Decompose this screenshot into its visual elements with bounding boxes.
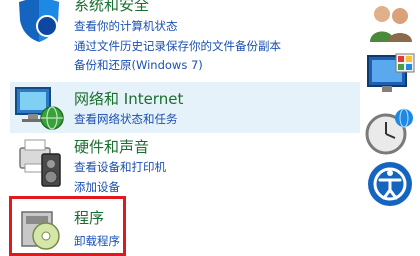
ease-of-access-icon[interactable] — [366, 160, 414, 208]
user-accounts-icon[interactable] — [368, 2, 414, 44]
link-file-history-backup[interactable]: 通过文件历史记录保存你的文件备份副本 — [74, 38, 281, 54]
link-uninstall-program[interactable]: 卸载程序 — [74, 233, 120, 249]
shield-icon[interactable] — [14, 0, 64, 44]
category-title-programs[interactable]: 程序 — [74, 207, 104, 228]
printer-speaker-icon[interactable] — [16, 138, 66, 190]
network-globe-icon[interactable] — [12, 84, 64, 132]
category-title-hardware-sound[interactable]: 硬件和声音 — [74, 136, 149, 157]
link-backup-restore[interactable]: 备份和还原(Windows 7) — [74, 57, 203, 73]
program-disc-icon[interactable] — [20, 206, 66, 252]
link-view-computer-status[interactable]: 查看你的计算机状态 — [74, 18, 178, 34]
link-view-devices-printers[interactable]: 查看设备和打印机 — [74, 159, 166, 175]
link-add-device[interactable]: 添加设备 — [74, 179, 120, 195]
category-title-network-internet[interactable]: 网络和 Internet — [74, 88, 183, 109]
clock-region-icon[interactable] — [364, 108, 414, 158]
appearance-personalization-icon[interactable] — [366, 52, 416, 100]
category-title-system-security[interactable]: 系统和安全 — [74, 0, 149, 15]
link-view-network-status[interactable]: 查看网络状态和任务 — [74, 111, 178, 127]
